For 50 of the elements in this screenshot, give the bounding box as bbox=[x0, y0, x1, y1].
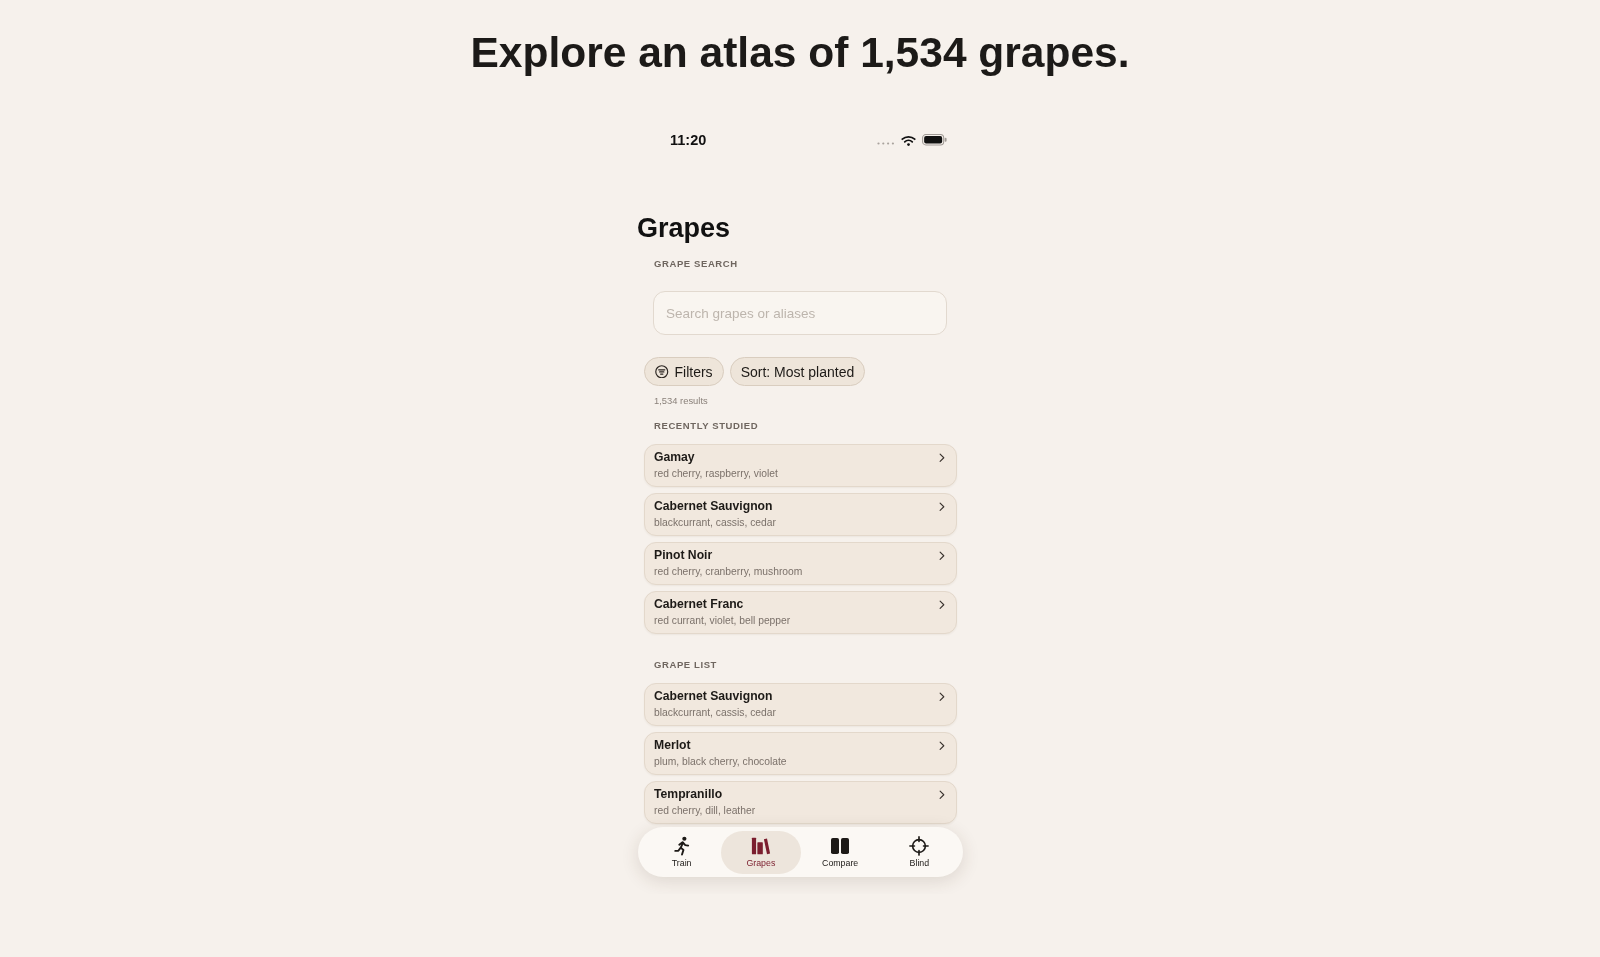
book-spines-icon bbox=[750, 835, 771, 856]
grape-notes: red cherry, cranberry, mushroom bbox=[654, 565, 803, 578]
tab[interactable]: Train bbox=[642, 830, 722, 874]
tab[interactable]: Blind bbox=[879, 830, 959, 874]
filter-icon bbox=[655, 364, 669, 379]
grape-name: Merlot bbox=[654, 738, 692, 752]
chevron-right-icon bbox=[939, 790, 945, 800]
crosshair-icon bbox=[909, 835, 930, 856]
headline: Explore an atlas of 1,534 grapes. bbox=[469, 28, 1131, 78]
grape-row[interactable]: Cabernet Franc red currant, violet, bell pepper bbox=[644, 591, 957, 634]
grape-name: Pinot Noir bbox=[654, 548, 714, 562]
battery-icon bbox=[922, 134, 947, 146]
chevron-right-icon bbox=[939, 741, 945, 751]
grape-row[interactable]: Cabernet Sauvignon blackcurrant, cassis, cedar bbox=[644, 493, 957, 536]
chevron-right-icon bbox=[939, 502, 945, 512]
search-field[interactable]: Search grapes or aliases bbox=[653, 291, 947, 335]
screen-title: Grapes bbox=[637, 212, 732, 244]
grape-name: Cabernet Sauvignon bbox=[654, 499, 774, 513]
two-columns-icon bbox=[830, 835, 851, 856]
chevron-right-icon bbox=[939, 551, 945, 561]
chevron-right-icon bbox=[939, 600, 945, 610]
grape-notes: red cherry, dill, leather bbox=[654, 804, 756, 817]
filters-chip[interactable]: Filters bbox=[644, 357, 724, 386]
wifi-icon bbox=[901, 134, 916, 146]
status-time: 11:20 bbox=[670, 131, 707, 149]
result-count: 1,534 results bbox=[653, 395, 709, 407]
tab[interactable]: Compare bbox=[800, 830, 880, 874]
grape-notes: red currant, violet, bell pepper bbox=[654, 614, 791, 627]
grape-name: Cabernet Sauvignon bbox=[654, 689, 774, 703]
running-figure-icon bbox=[671, 835, 692, 856]
tab[interactable]: Grapes bbox=[721, 830, 801, 874]
section-label: GRAPE SEARCH bbox=[653, 258, 739, 270]
grape-name: Tempranillo bbox=[654, 787, 724, 801]
grape-notes: blackcurrant, cassis, cedar bbox=[654, 516, 776, 529]
grape-row[interactable]: Cabernet Sauvignon blackcurrant, cassis, cedar bbox=[644, 683, 957, 726]
grape-notes: plum, black cherry, chocolate bbox=[654, 755, 787, 768]
grape-name: Cabernet Franc bbox=[654, 597, 745, 611]
section-label: GRAPE LIST bbox=[653, 659, 718, 671]
grape-notes: red cherry, raspberry, violet bbox=[654, 467, 778, 480]
grape-row[interactable]: Gamay red cherry, raspberry, violet bbox=[644, 444, 957, 487]
grape-row[interactable]: Pinot Noir red cherry, cranberry, mushroom bbox=[644, 542, 957, 585]
chevron-right-icon bbox=[939, 692, 945, 702]
signal-dots-icon bbox=[877, 142, 895, 145]
chevron-right-icon bbox=[939, 453, 945, 463]
grape-name: Gamay bbox=[654, 450, 696, 464]
grape-row[interactable]: Merlot plum, black cherry, chocolate bbox=[644, 732, 957, 775]
sort-chip[interactable]: Sort: Most planted bbox=[729, 357, 866, 386]
section-label: RECENTLY STUDIED bbox=[653, 420, 760, 432]
grape-row[interactable]: Tempranillo red cherry, dill, leather bbox=[644, 781, 957, 824]
grape-notes: blackcurrant, cassis, cedar bbox=[654, 706, 776, 719]
